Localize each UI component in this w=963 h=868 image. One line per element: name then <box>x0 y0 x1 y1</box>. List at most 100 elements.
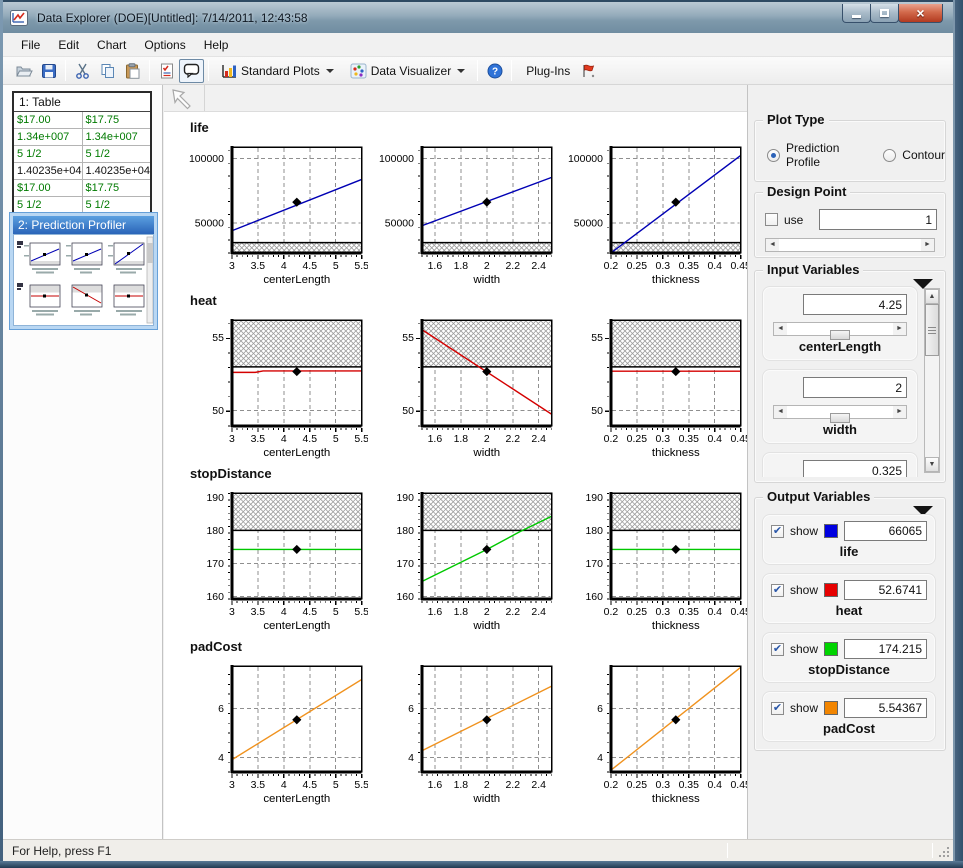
scroll-right-icon[interactable]: ► <box>921 239 934 251</box>
profiler-thumbnail-image <box>13 234 154 326</box>
profiler-item-selected[interactable]: 2: Prediction Profiler <box>9 212 158 330</box>
copy-icon <box>101 63 114 78</box>
contour-radio[interactable] <box>883 148 897 162</box>
plot-cells: 3 3.5 4 4.5 5 5.5 50000 100000 centerLength 1.6 1.… <box>184 141 747 287</box>
scroll-right-icon[interactable]: ► <box>893 323 906 335</box>
paste-button[interactable] <box>120 59 145 83</box>
profiler-plot-padCost-thickness[interactable]: 0.2 0.25 0.3 0.35 0.4 0.45 4 6 thickness <box>563 660 747 806</box>
color-swatch[interactable] <box>824 642 839 656</box>
slider-thumb[interactable] <box>830 330 850 340</box>
color-swatch[interactable] <box>824 524 839 538</box>
svg-text:1.6: 1.6 <box>427 607 442 618</box>
restore-button[interactable] <box>870 4 899 23</box>
heat-value-field[interactable]: 52.6741 <box>844 580 927 600</box>
svg-text:2.4: 2.4 <box>531 434 546 445</box>
svg-text:55: 55 <box>402 333 414 344</box>
profiler-plot-heat-width[interactable]: 1.6 1.8 2 2.2 2.4 50 55 width <box>374 314 558 460</box>
scrollbar-thumb[interactable] <box>925 304 939 356</box>
svg-text:2: 2 <box>484 780 490 791</box>
profiler-plot-stopDistance-centerLength[interactable]: 3 3.5 4 4.5 5 5.5 160 170 180 190 centerLength <box>184 487 368 633</box>
svg-text:50000: 50000 <box>384 218 413 229</box>
output-name: life <box>839 544 859 559</box>
scroll-left-icon[interactable]: ◄ <box>766 239 779 251</box>
profiler-plot-life-centerLength[interactable]: 3 3.5 4 4.5 5 5.5 50000 100000 centerLength <box>184 141 368 287</box>
centerLength-slider[interactable]: ◄ ► <box>773 322 907 340</box>
resize-grip[interactable] <box>938 846 951 859</box>
scroll-down-icon[interactable]: ▼ <box>925 457 939 472</box>
svg-text:50000: 50000 <box>574 218 603 229</box>
profiler-plot-stopDistance-width[interactable]: 1.6 1.8 2 2.2 2.4 160 170 180 190 width <box>374 487 558 633</box>
svg-text:0.45: 0.45 <box>731 780 747 791</box>
data-visualizer-dropdown[interactable]: Data Visualizer <box>342 59 473 83</box>
pointer-tool-button[interactable] <box>164 85 198 111</box>
scroll-left-icon[interactable]: ◄ <box>774 323 787 335</box>
color-swatch[interactable] <box>824 583 839 597</box>
menu-file[interactable]: File <box>12 35 49 55</box>
svg-text:50: 50 <box>212 406 224 417</box>
input-card-thickness: 0.325 <box>762 452 918 477</box>
show-checkbox[interactable]: ✔ <box>771 701 784 715</box>
thickness-field[interactable]: 0.325 <box>803 460 907 477</box>
stopDistance-value-field[interactable]: 174.215 <box>844 639 927 659</box>
status-separator <box>932 843 933 858</box>
standard-plots-dropdown[interactable]: Standard Plots <box>213 59 342 83</box>
minimize-button[interactable] <box>842 4 871 23</box>
profiler-plot-life-thickness[interactable]: 0.2 0.25 0.3 0.35 0.4 0.45 50000 100000 thicknes… <box>563 141 747 287</box>
svg-text:4.5: 4.5 <box>302 261 317 272</box>
design-point-scrollbar[interactable]: ◄ ► <box>765 238 935 252</box>
life-value-field[interactable]: 66065 <box>844 521 927 541</box>
svg-text:50000: 50000 <box>195 218 224 229</box>
plugins-flag-button[interactable] <box>576 59 601 83</box>
scroll-up-icon[interactable]: ▲ <box>925 289 939 304</box>
show-checkbox[interactable]: ✔ <box>771 642 784 656</box>
profiler-plot-heat-thickness[interactable]: 0.2 0.25 0.3 0.35 0.4 0.45 50 55 thickness <box>563 314 747 460</box>
svg-text:0.25: 0.25 <box>627 780 648 791</box>
svg-text:3.5: 3.5 <box>251 261 266 272</box>
svg-text:0.4: 0.4 <box>708 780 723 791</box>
cut-button[interactable] <box>70 59 95 83</box>
prediction-profile-radio[interactable] <box>767 148 780 162</box>
use-checkbox[interactable] <box>765 213 778 226</box>
open-button[interactable] <box>11 59 36 83</box>
checklist-button[interactable] <box>154 59 179 83</box>
help-icon: ? <box>487 63 503 78</box>
copy-button[interactable] <box>95 59 120 83</box>
table-item-title: 1: Table <box>14 93 150 112</box>
color-swatch[interactable] <box>824 701 839 715</box>
save-button[interactable] <box>36 59 61 83</box>
show-label: show <box>790 642 819 656</box>
slider-thumb[interactable] <box>830 413 850 423</box>
width-field[interactable]: 2 <box>803 377 907 398</box>
show-checkbox[interactable]: ✔ <box>771 524 784 538</box>
profiler-plot-life-width[interactable]: 1.6 1.8 2 2.2 2.4 50000 100000 width <box>374 141 558 287</box>
padCost-value-field[interactable]: 5.54367 <box>844 698 927 718</box>
menu-options[interactable]: Options <box>135 35 194 55</box>
help-button[interactable]: ? <box>482 59 507 83</box>
status-text: For Help, press F1 <box>12 843 112 858</box>
menu-help[interactable]: Help <box>195 35 238 55</box>
profiler-plot-heat-centerLength[interactable]: 3 3.5 4 4.5 5 5.5 50 55 centerLength <box>184 314 368 460</box>
table-item[interactable]: 1: Table $17.00 $17.75 1.34e+007 1.34e+007… <box>12 91 152 231</box>
svg-text:0.25: 0.25 <box>627 434 648 445</box>
input-variables-scrollbar[interactable]: ▲ ▼ <box>924 288 940 473</box>
svg-text:0.2: 0.2 <box>604 607 619 618</box>
scroll-right-icon[interactable]: ► <box>893 406 906 418</box>
svg-text:50: 50 <box>592 406 604 417</box>
centerLength-field[interactable]: 4.25 <box>803 294 907 315</box>
toolbar-separator <box>65 60 66 81</box>
comment-button[interactable] <box>179 58 204 83</box>
close-button[interactable]: × <box>898 4 943 23</box>
scroll-left-icon[interactable]: ◄ <box>774 406 787 418</box>
profiler-plot-stopDistance-thickness[interactable]: 0.2 0.25 0.3 0.35 0.4 0.45 160 170 180 190 thickne… <box>563 487 747 633</box>
show-checkbox[interactable]: ✔ <box>771 583 784 597</box>
menu-edit[interactable]: Edit <box>49 35 88 55</box>
profiler-plot-padCost-centerLength[interactable]: 3 3.5 4 4.5 5 5.5 4 6 centerLength <box>184 660 368 806</box>
menu-chart[interactable]: Chart <box>88 35 135 55</box>
chart-list-panel: 1: Table $17.00 $17.75 1.34e+007 1.34e+007… <box>3 85 163 839</box>
profiler-plot-padCost-width[interactable]: 1.6 1.8 2 2.2 2.4 4 6 width <box>374 660 558 806</box>
width-slider[interactable]: ◄ ► <box>773 405 907 423</box>
svg-text:5: 5 <box>333 434 339 445</box>
design-point-field[interactable]: 1 <box>819 209 937 230</box>
plot-row-heat: heat 3 3.5 4 4.5 5 5.5 50 55 centerLength 1.6 1.8 2 2… <box>184 293 747 460</box>
svg-text:170: 170 <box>586 559 604 570</box>
